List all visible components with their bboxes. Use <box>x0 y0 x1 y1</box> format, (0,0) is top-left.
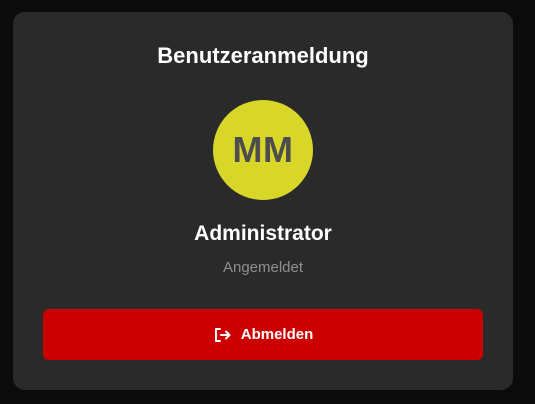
avatar: MM <box>213 100 313 200</box>
logout-label: Abmelden <box>240 326 314 343</box>
card-title: Benutzeranmeldung <box>157 43 369 68</box>
login-status: Angemeldet <box>222 259 304 276</box>
avatar-initials: MM <box>232 129 294 170</box>
logout-icon <box>213 326 231 344</box>
user-login-card: Benutzeranmeldung MM Administrator Angem… <box>13 12 513 390</box>
user-name: Administrator <box>194 222 332 245</box>
logout-button[interactable]: Abmelden <box>43 309 483 360</box>
